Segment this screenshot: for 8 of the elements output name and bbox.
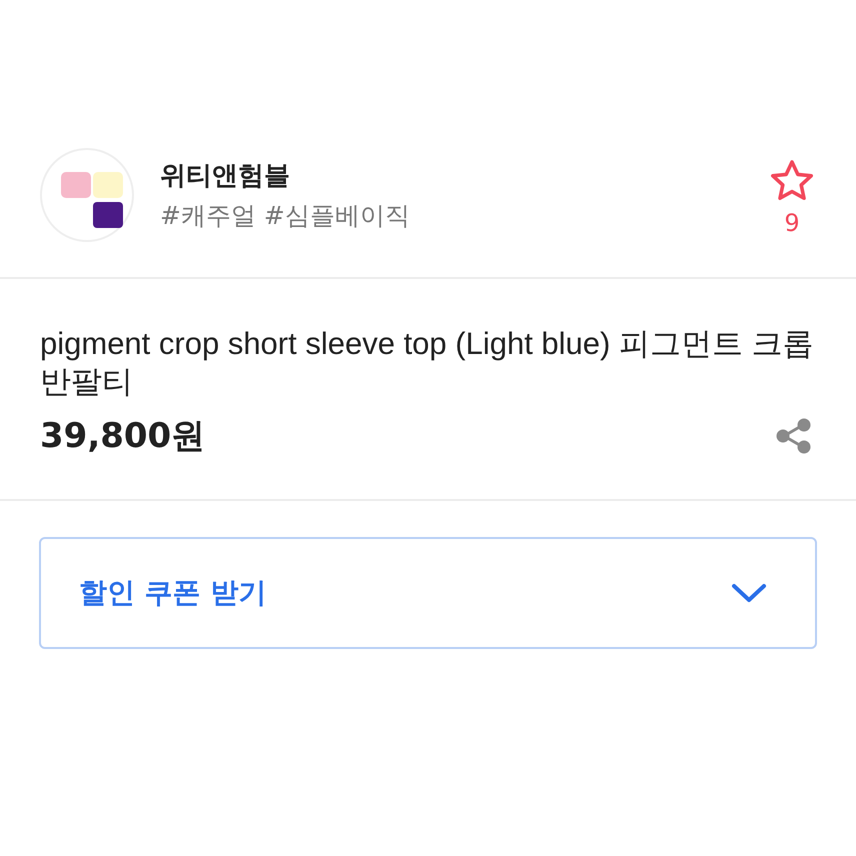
product-title: pigment crop short sleeve top (Light blue) 피그먼트 크롭 반팔티 xyxy=(40,325,815,401)
chevron-icon xyxy=(731,581,767,605)
store-tags: #캐주얼 #심플베이직 xyxy=(160,199,768,232)
favorite-count: 9 xyxy=(784,209,800,237)
coupon-dropdown[interactable]: 할인 쿠폰 받기 xyxy=(39,537,817,649)
store-name[interactable]: 위티앤험블 xyxy=(160,158,768,193)
store-logo[interactable] xyxy=(40,148,134,242)
product-price: 39,800원 xyxy=(40,415,206,458)
